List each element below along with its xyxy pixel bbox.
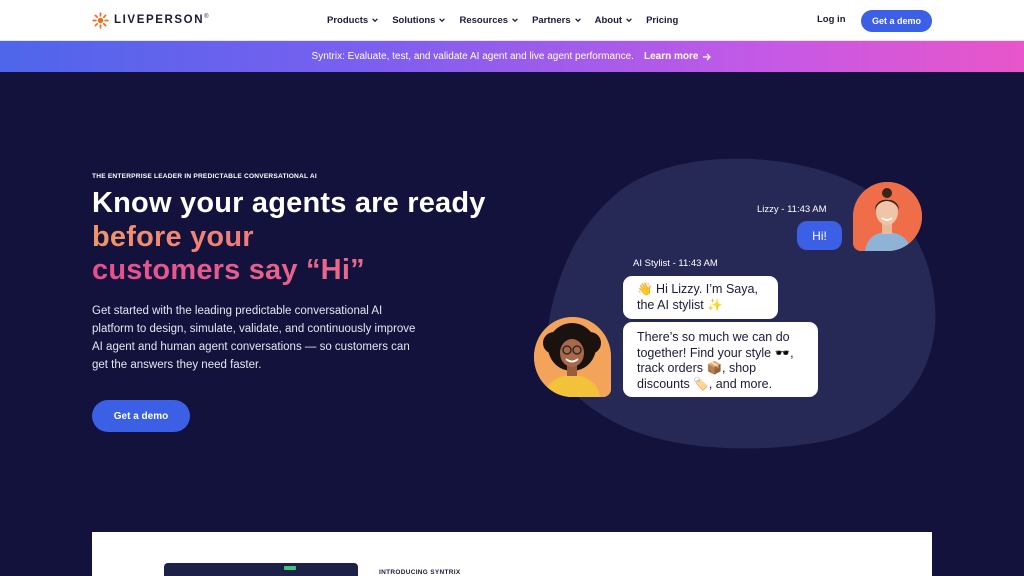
- banner-text: Syntrix: Evaluate, test, and validate AI…: [311, 51, 634, 62]
- menu-item-label: Partners: [532, 14, 571, 26]
- ai-message-bubble-1: 👋 Hi Lizzy. I’m Saya, the AI stylist ✨: [623, 276, 778, 319]
- menu-item-label: Resources: [459, 14, 509, 26]
- menu-item-solutions[interactable]: Solutions: [392, 15, 446, 26]
- learn-more-link[interactable]: Learn more: [644, 51, 712, 62]
- menu-item-label: Solutions: [392, 14, 436, 26]
- logo-wordmark: LIVEPERSON®: [114, 14, 209, 26]
- lizzy-message-meta: Lizzy - 11:43 AM: [757, 204, 827, 215]
- hero-headline: Know your agents are ready before your cu…: [92, 187, 486, 286]
- product-screenshot: [164, 563, 358, 576]
- login-link[interactable]: Log in: [817, 14, 846, 25]
- sunburst-logo-icon: [92, 11, 109, 29]
- woman-portrait-icon: [534, 317, 611, 397]
- menu-item-resources[interactable]: Resources: [459, 15, 519, 26]
- menu-item-label: Products: [327, 14, 369, 26]
- chevron-down-icon: [512, 18, 518, 23]
- get-demo-hero-button[interactable]: Get a demo: [92, 400, 190, 432]
- menu-item-products[interactable]: Products: [327, 15, 379, 26]
- chevron-down-icon: [372, 18, 379, 23]
- menu-item-pricing[interactable]: Pricing: [646, 15, 678, 26]
- chevron-down-icon: [439, 18, 446, 23]
- learn-more-label: Learn more: [643, 51, 699, 62]
- ai-message-bubble-2: There’s so much we can do together! Find…: [623, 322, 818, 397]
- promo-banner: Syntrix: Evaluate, test, and validate AI…: [0, 41, 1024, 72]
- menu-item-label: Pricing: [646, 14, 679, 26]
- lizzy-avatar: [853, 182, 922, 251]
- lizzy-message-bubble: Hi!: [797, 221, 842, 250]
- chevron-down-icon: [626, 18, 632, 23]
- status-indicator: [284, 566, 296, 570]
- main-menu: Products Solutions Resources Partners Ab…: [327, 0, 678, 40]
- hero-eyebrow: THE ENTERPRISE LEADER IN PREDICTABLE CON…: [92, 173, 317, 180]
- hero-subtext: Get started with the leading predictable…: [92, 305, 416, 371]
- woman-portrait-icon: [853, 182, 922, 251]
- top-navigation: LIVEPERSON® Products Solutions Resources…: [0, 0, 1024, 41]
- card-eyebrow: INTRODUCING SYNTRIX: [379, 569, 461, 576]
- menu-item-about[interactable]: About: [595, 15, 633, 26]
- chevron-down-icon: [574, 18, 581, 23]
- menu-item-partners[interactable]: Partners: [532, 15, 582, 26]
- menu-item-label: About: [594, 14, 623, 26]
- saya-avatar: [534, 317, 611, 397]
- liveperson-logo[interactable]: LIVEPERSON®: [92, 11, 209, 29]
- syntrix-intro-card: INTRODUCING SYNTRIX: [92, 532, 932, 576]
- arrow-right-icon: [703, 53, 712, 60]
- get-demo-nav-button[interactable]: Get a demo: [861, 10, 932, 32]
- ai-stylist-message-meta: AI Stylist - 11:43 AM: [633, 258, 718, 269]
